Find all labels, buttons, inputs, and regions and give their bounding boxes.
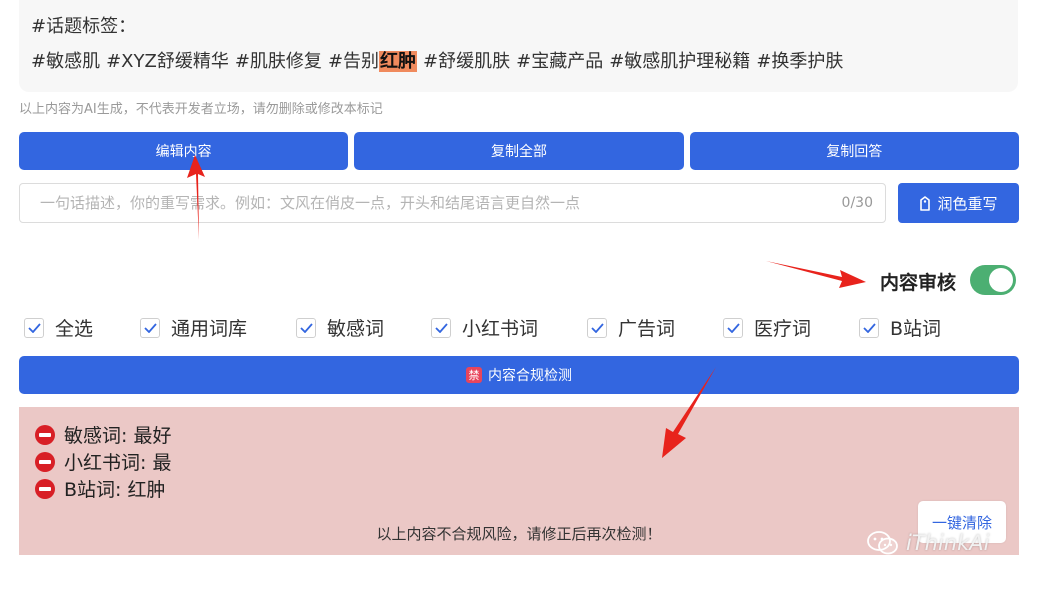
checkbox-label: 小红书词 <box>462 318 539 340</box>
checkbox-select-all[interactable]: 全选 <box>24 314 93 341</box>
hashtag: #肌肤修复 <box>234 51 322 72</box>
result-item: 敏感词: 最好 <box>35 421 1019 448</box>
content-review-toggle[interactable] <box>970 265 1016 295</box>
hashtag-card: #话题标签： #敏感肌 #XYZ舒缓精华 #肌肤修复 #告别红肿 #舒缓肌肤 #… <box>19 0 1018 92</box>
checkbox-label: B站词 <box>890 318 942 340</box>
checkbox-bilibili-words[interactable]: B站词 <box>859 314 941 341</box>
result-item: 小红书词: 最 <box>35 448 1019 475</box>
checkbox-general-words[interactable]: 通用词库 <box>140 314 247 341</box>
hashtag-highlighted: #告别红肿 <box>327 49 418 75</box>
copy-answer-button[interactable]: 复制回答 <box>689 132 1019 170</box>
wechat-icon <box>867 531 898 555</box>
checkbox-label: 医疗词 <box>754 318 812 340</box>
check-icon <box>299 322 313 333</box>
checkbox-sensitive-words[interactable]: 敏感词 <box>296 314 384 341</box>
checkbox-label: 广告词 <box>618 318 676 340</box>
action-bar: 编辑内容 复制全部 复制回答 <box>19 132 1019 170</box>
result-text: B站词: 红肿 <box>64 479 166 501</box>
ai-disclaimer: 以上内容为AI生成，不代表开发者立场，请勿删除或修改本标记 <box>19 102 383 117</box>
rewrite-input-wrapper: 0/30 <box>19 183 886 223</box>
hashtag-title: #话题标签： <box>31 16 137 37</box>
char-counter: 0/30 <box>841 195 873 211</box>
hashtag: #舒缓肌肤 <box>423 51 511 72</box>
stop-icon <box>35 424 55 445</box>
copy-all-button[interactable]: 复制全部 <box>354 132 684 170</box>
compliance-check-button[interactable]: 禁 内容合规检测 <box>19 356 1019 394</box>
check-icon <box>143 322 157 333</box>
check-icon <box>27 322 41 333</box>
hashtag-prefix: #告别 <box>327 51 380 72</box>
checkbox-box[interactable] <box>140 317 160 338</box>
checkbox-box[interactable] <box>859 317 879 338</box>
polish-rewrite-button[interactable]: 润色重写 <box>898 183 1019 223</box>
stop-icon <box>35 478 55 499</box>
edit-content-button[interactable]: 编辑内容 <box>19 132 349 170</box>
stop-icon <box>35 451 55 472</box>
checkbox-label: 敏感词 <box>327 318 385 340</box>
hashtag: #敏感肌 <box>31 51 101 72</box>
hashtag-list: #敏感肌 #XYZ舒缓精华 #肌肤修复 #告别红肿 #舒缓肌肤 #宝藏产品 #敏… <box>31 49 1018 75</box>
hashtag: #XYZ舒缓精华 <box>106 51 229 72</box>
polish-rewrite-label: 润色重写 <box>937 194 998 213</box>
result-text: 小红书词: 最 <box>64 452 172 474</box>
watermark: iThinkAi <box>866 530 989 556</box>
check-icon <box>434 322 448 333</box>
checkbox-box[interactable] <box>431 317 451 338</box>
checkbox-ad-words[interactable]: 广告词 <box>587 314 675 341</box>
highlighted-word: 红肿 <box>379 51 418 72</box>
hashtag: #敏感肌护理秘籍 <box>609 51 751 72</box>
ban-icon: 禁 <box>466 367 482 383</box>
check-icon <box>590 322 604 333</box>
tag-icon <box>920 195 931 211</box>
checkbox-box[interactable] <box>296 317 316 338</box>
checkbox-medical-words[interactable]: 医疗词 <box>723 314 811 341</box>
checkbox-box[interactable] <box>24 317 44 338</box>
result-item: B站词: 红肿 <box>35 475 1019 502</box>
watermark-text: iThinkAi <box>906 531 990 555</box>
hashtag: #换季护肤 <box>756 51 844 72</box>
content-review-label: 内容审核 <box>880 272 957 294</box>
checkbox-label: 全选 <box>55 318 94 340</box>
checkbox-box[interactable] <box>587 317 607 338</box>
checkbox-box[interactable] <box>723 317 743 338</box>
check-icon <box>862 322 876 333</box>
arrow-to-review-toggle <box>766 261 866 288</box>
hashtag: #宝藏产品 <box>516 51 604 72</box>
compliance-check-label: 内容合规检测 <box>488 368 572 384</box>
check-icon <box>726 322 740 333</box>
checkbox-xiaohongshu-words[interactable]: 小红书词 <box>431 314 538 341</box>
checkbox-label: 通用词库 <box>171 318 248 340</box>
rewrite-request-input[interactable] <box>40 194 842 212</box>
result-text: 敏感词: 最好 <box>64 425 172 447</box>
toggle-knob <box>989 268 1013 292</box>
